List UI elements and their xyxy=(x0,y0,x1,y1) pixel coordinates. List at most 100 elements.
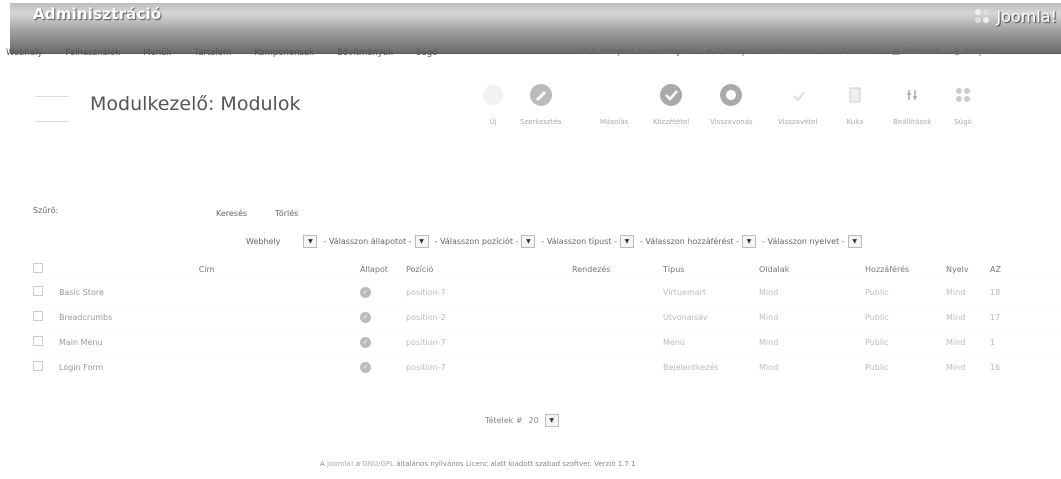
access-select[interactable]: - Válasszon hozzáférést - ▼ xyxy=(640,235,757,248)
position-select[interactable]: - Válasszon pozíciót - ▼ xyxy=(435,235,536,248)
menu-item-site[interactable]: Webhely xyxy=(6,48,43,58)
chevron-down-icon: ▼ xyxy=(303,235,318,248)
edit-icon xyxy=(529,84,552,106)
toolbar-help-button[interactable]: Súgó xyxy=(950,82,976,126)
logout-link[interactable]: ◉ Kilépés xyxy=(953,47,994,57)
toolbar-options-button[interactable]: Beállítások xyxy=(893,82,931,126)
joomla-link[interactable]: Joomla! xyxy=(327,460,354,468)
published-icon[interactable]: ✓ xyxy=(360,286,371,298)
new-icon xyxy=(483,85,503,105)
col-status[interactable]: Állapot xyxy=(357,259,403,280)
chevron-down-icon: ▼ xyxy=(847,235,862,248)
toolbar-unpublish-button[interactable]: Visszavonás xyxy=(710,82,753,126)
toolbar-checkin-button[interactable]: Visszavétel xyxy=(778,82,817,126)
publish-icon xyxy=(660,84,683,106)
joomla-logo: Joomla! xyxy=(972,6,1057,26)
type-select[interactable]: - Válasszon típust - ▼ xyxy=(541,235,634,248)
col-position[interactable]: Pozíció xyxy=(403,259,569,280)
search-button[interactable]: Keresés xyxy=(216,209,247,218)
col-ordering[interactable]: Rendezés xyxy=(569,259,660,280)
module-ordering xyxy=(569,304,660,330)
module-title-link[interactable]: Main Menu xyxy=(56,329,357,355)
col-pages[interactable]: Oldalak xyxy=(756,259,862,280)
state-select[interactable]: - Válasszon állapotot - ▼ xyxy=(323,235,429,248)
toolbar-new-button[interactable]: Új xyxy=(480,82,506,126)
mail-icon: ✉ xyxy=(830,47,839,57)
module-title-link[interactable]: Breadcrumbs xyxy=(56,304,357,330)
row-checkbox[interactable] xyxy=(33,311,43,321)
menu-item-help[interactable]: Súgó xyxy=(416,48,437,58)
filter-label: Szűrő: xyxy=(33,206,59,215)
menu-item-menus[interactable]: Menük xyxy=(143,48,171,58)
chevron-down-icon: ▼ xyxy=(521,235,536,248)
module-position: position-7 xyxy=(403,329,569,355)
col-title[interactable]: Cím xyxy=(56,259,357,280)
module-position: position-7 xyxy=(403,354,569,379)
pagination-label: Tételek # xyxy=(485,416,523,425)
module-title-link[interactable]: Basic Store xyxy=(56,279,357,305)
preview-icon: ▣ xyxy=(891,47,900,57)
module-ordering xyxy=(569,329,660,355)
chevron-down-icon: ▼ xyxy=(742,235,757,248)
modules-table: Cím Állapot Pozíció Rendezés Típus Oldal… xyxy=(30,259,1061,379)
joomla-logo-icon xyxy=(975,9,990,23)
trash-icon xyxy=(849,87,861,103)
copy-icon xyxy=(604,85,625,105)
published-icon[interactable]: ✓ xyxy=(360,361,371,373)
limit-select[interactable]: ▼ xyxy=(544,414,559,427)
chevron-down-icon: ▼ xyxy=(414,235,429,248)
messages-link[interactable]: ✉ 1 üzenet xyxy=(831,47,878,57)
table-row: Main Menu ✓ position-7 Menü Mind Public … xyxy=(30,329,1061,355)
checkin-icon xyxy=(792,91,805,102)
menu-item-components[interactable]: Komponensek xyxy=(254,48,314,58)
module-pages: Mind xyxy=(756,279,862,305)
page-title: Modulkezelő: Modulok xyxy=(90,93,301,115)
module-id: 16 xyxy=(987,354,1061,379)
col-access[interactable]: Hozzáférés xyxy=(862,259,943,280)
col-id[interactable]: AZ xyxy=(987,259,1061,280)
language-select[interactable]: - Válasszon nyelvet - ▼ xyxy=(762,235,862,248)
toolbar-copy-button[interactable]: Másolás xyxy=(600,82,628,126)
site-select[interactable]: Webhely ▼ xyxy=(246,235,318,248)
menu-item-users[interactable]: Felhasználók xyxy=(66,48,121,58)
module-ordering xyxy=(569,354,660,379)
module-id: 18 xyxy=(987,279,1061,305)
menu-item-extensions[interactable]: Bővítmények xyxy=(337,48,393,58)
pagination-limit-value: 20 xyxy=(528,416,539,425)
table-row: Breadcrumbs ✓ position-2 Útvonalsáv Mind… xyxy=(30,304,1061,330)
module-ordering xyxy=(569,279,660,305)
users-icon: ♙ xyxy=(581,47,589,57)
filter-bar: Szűrő: Keresés Törlés Webhely ▼ - Válass… xyxy=(0,206,1061,248)
preview-link[interactable]: ▣ Előnézet xyxy=(892,47,939,57)
toolbar-edit-button[interactable]: Szerkesztés xyxy=(520,82,561,126)
chevron-down-icon: ▼ xyxy=(619,235,634,248)
module-pages: Mind xyxy=(756,304,862,330)
menu-item-content[interactable]: Tartalom xyxy=(194,48,231,58)
module-position: position-7 xyxy=(403,279,569,305)
toolbar: Új Szerkesztés Másolás Közzététel Vissza… xyxy=(480,82,1061,152)
options-icon xyxy=(907,90,918,100)
toolbar-trash-button[interactable]: Kuka xyxy=(842,82,868,126)
logo-text: Joomla! xyxy=(996,6,1057,26)
module-type: Virtuemart xyxy=(660,279,756,305)
col-type[interactable]: Típus xyxy=(660,259,756,280)
row-checkbox[interactable] xyxy=(33,286,43,296)
version-text: Verzió 1.7.1 xyxy=(594,460,636,468)
col-language[interactable]: Nyelv xyxy=(943,259,987,280)
reset-button[interactable]: Törlés xyxy=(275,209,298,218)
license-link[interactable]: GNU/GPL xyxy=(362,460,394,468)
row-checkbox[interactable] xyxy=(33,361,43,371)
module-access: Public xyxy=(862,279,943,305)
published-icon[interactable]: ✓ xyxy=(360,311,371,323)
unpublish-icon xyxy=(720,84,743,106)
select-all-checkbox[interactable] xyxy=(33,263,43,273)
module-title-link[interactable]: Login Form xyxy=(56,354,357,379)
row-checkbox[interactable] xyxy=(33,336,43,346)
table-row: Basic Store ✓ position-7 Virtuemart Mind… xyxy=(30,279,1061,305)
published-icon[interactable]: ✓ xyxy=(360,336,371,348)
pagination: Tételek # 20 ▼ xyxy=(485,414,559,427)
module-language: Mind xyxy=(943,354,987,379)
footer: A Joomla! a GNU/GPL általános nyilvános … xyxy=(320,460,636,468)
help-icon xyxy=(956,88,970,102)
toolbar-publish-button[interactable]: Közzététel xyxy=(653,82,689,126)
